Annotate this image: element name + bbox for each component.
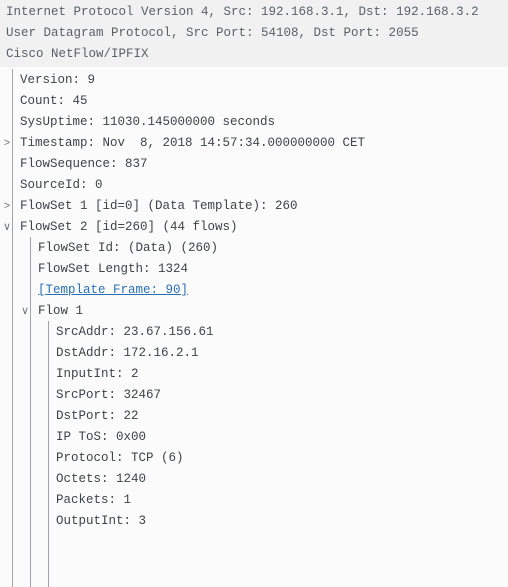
header-line-netflow: Cisco NetFlow/IPFIX [6, 44, 502, 65]
tree-toggle-empty [42, 364, 56, 385]
tree-row-template-frame[interactable]: [Template Frame: 90] [0, 280, 508, 301]
field-octets: Octets: 1240 [56, 469, 146, 490]
tree-toggle-empty [24, 259, 38, 280]
field-sysuptime: SysUptime: 11030.145000000 seconds [20, 112, 275, 133]
tree-toggle-empty [42, 406, 56, 427]
field-flowsequence: FlowSequence: 837 [20, 154, 148, 175]
field-srcaddr: SrcAddr: 23.67.156.61 [56, 322, 214, 343]
tree-row-flowset2[interactable]: ∨ FlowSet 2 [id=260] (44 flows) [0, 217, 508, 238]
packet-header: Internet Protocol Version 4, Src: 192.16… [0, 0, 508, 67]
field-sourceid: SourceId: 0 [20, 175, 103, 196]
field-dstport: DstPort: 22 [56, 406, 139, 427]
tree-toggle-empty [6, 154, 20, 175]
field-dstaddr: DstAddr: 172.16.2.1 [56, 343, 199, 364]
tree-row-srcport[interactable]: SrcPort: 32467 [0, 385, 508, 406]
tree-toggle-empty [42, 511, 56, 532]
tree-toggle-empty [24, 280, 38, 301]
tree-toggle-empty [6, 112, 20, 133]
tree-row-octets[interactable]: Octets: 1240 [0, 469, 508, 490]
tree-guide-line [12, 69, 13, 587]
tree-row-version[interactable]: Version: 9 [0, 70, 508, 91]
tree-toggle-empty [42, 385, 56, 406]
tree-row-protocol[interactable]: Protocol: TCP (6) [0, 448, 508, 469]
tree-row-flowset-length[interactable]: FlowSet Length: 1324 [0, 259, 508, 280]
tree-row-timestamp[interactable]: > Timestamp: Nov 8, 2018 14:57:34.000000… [0, 133, 508, 154]
field-timestamp: Timestamp: Nov 8, 2018 14:57:34.00000000… [20, 133, 365, 154]
field-version: Version: 9 [20, 70, 95, 91]
tree-toggle-empty [42, 343, 56, 364]
tree-row-flowsequence[interactable]: FlowSequence: 837 [0, 154, 508, 175]
tree-row-dstport[interactable]: DstPort: 22 [0, 406, 508, 427]
tree-toggle-empty [6, 91, 20, 112]
tree-row-outputint[interactable]: OutputInt: 3 [0, 511, 508, 532]
field-flowset-id: FlowSet Id: (Data) (260) [38, 238, 218, 259]
field-count: Count: 45 [20, 91, 88, 112]
field-iptos: IP ToS: 0x00 [56, 427, 146, 448]
tree-row-srcaddr[interactable]: SrcAddr: 23.67.156.61 [0, 322, 508, 343]
tree-row-flow1[interactable]: ∨ Flow 1 [0, 301, 508, 322]
tree-row-count[interactable]: Count: 45 [0, 91, 508, 112]
field-flow1: Flow 1 [38, 301, 83, 322]
tree-row-sourceid[interactable]: SourceId: 0 [0, 175, 508, 196]
field-protocol: Protocol: TCP (6) [56, 448, 184, 469]
tree-row-dstaddr[interactable]: DstAddr: 172.16.2.1 [0, 343, 508, 364]
tree-toggle-empty [6, 175, 20, 196]
field-outputint: OutputInt: 3 [56, 511, 146, 532]
header-line-udp: User Datagram Protocol, Src Port: 54108,… [6, 23, 502, 44]
tree-row-inputint[interactable]: InputInt: 2 [0, 364, 508, 385]
tree-row-flowset-id[interactable]: FlowSet Id: (Data) (260) [0, 238, 508, 259]
tree-toggle-empty [42, 427, 56, 448]
field-srcport: SrcPort: 32467 [56, 385, 161, 406]
tree-guide-line [30, 237, 31, 587]
protocol-tree: Version: 9 Count: 45 SysUptime: 11030.14… [0, 67, 508, 532]
header-line-ipv4: Internet Protocol Version 4, Src: 192.16… [6, 2, 502, 23]
template-frame-link[interactable]: [Template Frame: 90] [38, 280, 188, 301]
tree-row-packets[interactable]: Packets: 1 [0, 490, 508, 511]
field-flowset-length: FlowSet Length: 1324 [38, 259, 188, 280]
tree-toggle-empty [42, 469, 56, 490]
tree-toggle-empty [42, 322, 56, 343]
tree-guide-line [48, 321, 49, 587]
tree-toggle-empty [6, 70, 20, 91]
tree-row-iptos[interactable]: IP ToS: 0x00 [0, 427, 508, 448]
field-flowset1: FlowSet 1 [id=0] (Data Template): 260 [20, 196, 298, 217]
tree-toggle-empty [42, 448, 56, 469]
tree-toggle-empty [24, 238, 38, 259]
field-inputint: InputInt: 2 [56, 364, 139, 385]
field-flowset2: FlowSet 2 [id=260] (44 flows) [20, 217, 238, 238]
tree-row-flowset1[interactable]: > FlowSet 1 [id=0] (Data Template): 260 [0, 196, 508, 217]
field-packets: Packets: 1 [56, 490, 131, 511]
tree-toggle-empty [42, 490, 56, 511]
tree-row-sysuptime[interactable]: SysUptime: 11030.145000000 seconds [0, 112, 508, 133]
